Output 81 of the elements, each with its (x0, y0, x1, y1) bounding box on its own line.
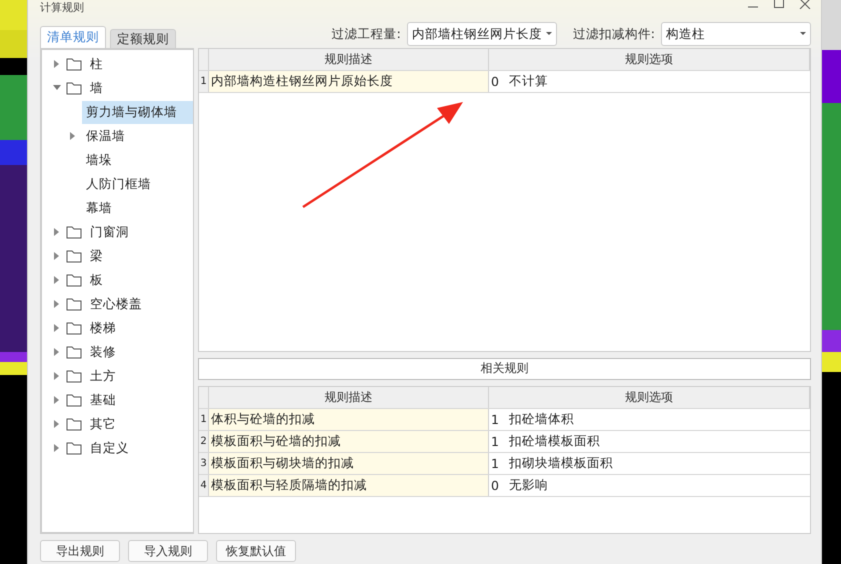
folder-icon (66, 250, 82, 262)
tree-item[interactable]: 梁 (86, 244, 107, 268)
tree-item[interactable]: 土方 (86, 364, 120, 388)
folder-icon (66, 298, 82, 310)
tree-item[interactable]: 剪力墙与砌体墙 (82, 100, 193, 124)
row-number: 3 (199, 452, 209, 474)
column-header: 规则描述 (209, 49, 489, 70)
folder-icon (66, 82, 82, 94)
window-title: 计算规则 (40, 0, 84, 14)
table-cell[interactable]: 扣砼墙模板面积 (508, 432, 600, 450)
filter-label: 过滤扣减构件: (572, 26, 655, 42)
tree-item[interactable]: 装修 (86, 340, 120, 364)
action-button[interactable]: 恢复默认值 (216, 540, 296, 562)
tree-item[interactable]: 墙 (86, 76, 107, 100)
option-code: 1 (491, 412, 499, 427)
tree-item[interactable]: 人防门框墙 (82, 172, 155, 196)
option-code: 1 (491, 434, 499, 449)
table-cell: 模板面积与砼墙的扣减 (209, 430, 489, 452)
tree-item[interactable]: 楼梯 (86, 316, 120, 340)
expand-icon[interactable] (54, 420, 60, 428)
tree-item[interactable]: 柱 (86, 52, 107, 76)
action-button[interactable]: 导出规则 (40, 540, 120, 562)
expand-icon[interactable] (54, 252, 60, 260)
folder-icon (66, 394, 82, 406)
option-code: 1 (491, 456, 499, 471)
tree-item[interactable]: 基础 (86, 388, 120, 412)
dropdown-arrow-icon[interactable] (800, 32, 806, 36)
row-number: 2 (199, 430, 209, 452)
table-cell: 体积与砼墙的扣减 (209, 408, 489, 430)
expand-icon[interactable] (54, 276, 60, 284)
expand-icon[interactable] (54, 372, 60, 380)
section-title: 相关规则 (198, 358, 811, 380)
folder-icon (66, 226, 82, 238)
row-number: 1 (199, 71, 209, 92)
table-cell[interactable]: 扣砼墙体积 (508, 410, 574, 428)
folder-icon (66, 370, 82, 382)
table-cell: 模板面积与砌块墙的扣减 (209, 452, 489, 474)
expand-icon[interactable] (54, 348, 60, 356)
tree-item[interactable]: 空心楼盖 (86, 292, 146, 316)
column-header: 规则选项 (489, 386, 810, 408)
column-header: 规则选项 (489, 49, 810, 70)
folder-icon (66, 346, 82, 358)
row-number: 4 (199, 474, 209, 496)
filter-dropdown[interactable]: 内部墙柱钢丝网片长度 (406, 22, 557, 46)
dropdown-arrow-icon[interactable] (546, 32, 552, 36)
folder-icon (66, 442, 82, 454)
tab[interactable]: 定额规则 (110, 29, 176, 48)
tree-item[interactable]: 墙垛 (82, 148, 116, 172)
expand-icon[interactable] (54, 324, 60, 332)
tree-item[interactable]: 幕墙 (82, 196, 116, 220)
expand-icon[interactable] (54, 60, 60, 68)
collapse-icon[interactable] (53, 85, 61, 91)
row-number: 1 (199, 408, 209, 430)
filter-dropdown[interactable]: 构造柱 (661, 22, 811, 46)
tree-item[interactable]: 保温墙 (82, 124, 129, 148)
tree-item[interactable]: 自定义 (86, 436, 133, 460)
column-header: 规则描述 (209, 386, 489, 408)
folder-icon (66, 322, 82, 334)
folder-icon (66, 58, 82, 70)
expand-icon[interactable] (70, 132, 76, 140)
expand-icon[interactable] (54, 228, 60, 236)
table-cell[interactable]: 扣砌块墙模板面积 (508, 454, 613, 472)
expand-icon[interactable] (54, 300, 60, 308)
tab[interactable]: 清单规则 (40, 26, 106, 48)
expand-icon[interactable] (54, 444, 60, 452)
folder-icon (66, 418, 82, 430)
folder-icon (66, 274, 82, 286)
tree-item[interactable]: 板 (86, 268, 107, 292)
table-cell: 模板面积与轻质隔墙的扣减 (209, 474, 489, 496)
expand-icon[interactable] (54, 396, 60, 404)
filter-label: 过滤工程量: (332, 26, 401, 42)
close-icon[interactable] (799, 0, 811, 9)
table-cell: 内部墙构造柱钢丝网片原始长度 (209, 71, 489, 92)
tree-item[interactable]: 其它 (86, 412, 120, 436)
maximize-icon[interactable] (773, 0, 785, 9)
tree-item[interactable]: 门窗洞 (86, 220, 133, 244)
option-code: 0 (491, 478, 499, 493)
action-button[interactable]: 导入规则 (128, 540, 208, 562)
table-cell[interactable]: 无影响 (508, 476, 548, 494)
option-code: 0 (491, 74, 499, 89)
table-cell[interactable]: 不计算 (508, 73, 548, 90)
